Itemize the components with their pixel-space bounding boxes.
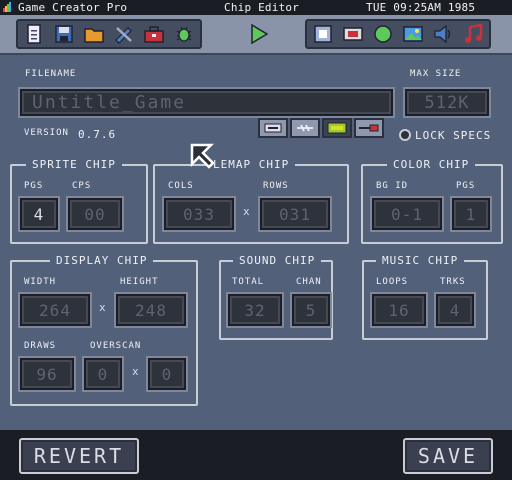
sprite-icon[interactable] bbox=[369, 22, 397, 46]
tilemap-cols-label: COLS bbox=[168, 181, 194, 191]
revert-button[interactable]: REVERT bbox=[19, 438, 139, 474]
version-label: VERSION bbox=[24, 128, 69, 138]
display-width-label: WIDTH bbox=[24, 277, 57, 287]
rainbow-logo-icon[interactable] bbox=[3, 2, 13, 12]
sound-chip-title: SOUND CHIP bbox=[233, 254, 322, 267]
display-overscan-a-field[interactable]: 0 bbox=[84, 358, 122, 390]
color-pgs-field[interactable]: 1 bbox=[452, 198, 490, 230]
bug-icon[interactable] bbox=[170, 22, 198, 46]
sound-total-field[interactable]: 32 bbox=[228, 294, 282, 326]
display-draws-field[interactable]: 96 bbox=[20, 358, 74, 390]
speaker-icon[interactable] bbox=[429, 22, 457, 46]
music-chip-title: MUSIC CHIP bbox=[376, 254, 465, 267]
max-size-field[interactable]: 512K bbox=[405, 89, 489, 116]
color-bgid-field[interactable]: 0-1 bbox=[372, 198, 442, 230]
version-value: 0.7.6 bbox=[78, 128, 117, 141]
toolbox-icon[interactable] bbox=[140, 22, 168, 46]
lock-specs-label: LOCK SPECS bbox=[415, 129, 492, 142]
tilemap-rows-label: ROWS bbox=[263, 181, 289, 191]
color-bgid-label: BG ID bbox=[376, 181, 409, 191]
file-tools-group bbox=[16, 19, 202, 49]
sprite-cps-label: CPS bbox=[72, 181, 92, 191]
color-pgs-label: PGS bbox=[456, 181, 476, 191]
save-disk-icon[interactable] bbox=[50, 22, 78, 46]
display-height-label: HEIGHT bbox=[120, 277, 159, 287]
filename-label: FILENAME bbox=[25, 69, 77, 79]
overscan-times-sign: x bbox=[132, 365, 139, 378]
drive-icon[interactable] bbox=[258, 118, 288, 138]
mouse-cursor-icon bbox=[190, 143, 215, 169]
display-overscan-b-field[interactable]: 0 bbox=[148, 358, 186, 390]
toolbar bbox=[0, 15, 512, 55]
max-size-label: MAX SIZE bbox=[410, 69, 462, 79]
music-trks-field[interactable]: 4 bbox=[436, 294, 474, 326]
sprite-chip-title: SPRITE CHIP bbox=[26, 158, 122, 171]
display-overscan-label: OVERSCAN bbox=[90, 341, 142, 351]
sound-chan-label: CHAN bbox=[296, 277, 322, 287]
image-icon[interactable] bbox=[399, 22, 427, 46]
link-icon[interactable] bbox=[290, 118, 320, 138]
display-height-field[interactable]: 248 bbox=[116, 294, 186, 326]
tilemap-rows-field[interactable]: 031 bbox=[260, 198, 330, 230]
save-button[interactable]: SAVE bbox=[403, 438, 493, 474]
sprite-pgs-field[interactable]: 4 bbox=[20, 198, 58, 230]
music-loops-label: LOOPS bbox=[376, 277, 409, 287]
editor-title: Chip Editor bbox=[224, 1, 300, 14]
plug-icon[interactable] bbox=[354, 118, 384, 138]
tilemap-chip-title: LEMAP CHIP bbox=[207, 158, 296, 171]
display-chip-title: DISPLAY CHIP bbox=[50, 254, 154, 267]
music-loops-field[interactable]: 16 bbox=[372, 294, 426, 326]
filename-input[interactable]: Untitle_Game bbox=[20, 89, 393, 116]
play-button[interactable] bbox=[244, 19, 274, 49]
sound-chan-field[interactable]: 5 bbox=[292, 294, 330, 326]
chip-icon[interactable] bbox=[309, 22, 337, 46]
lock-specs-radio[interactable] bbox=[399, 129, 411, 141]
display-times-sign: x bbox=[99, 301, 106, 314]
display-icon[interactable] bbox=[339, 22, 367, 46]
sprite-cps-field[interactable]: 00 bbox=[68, 198, 122, 230]
file-icon[interactable] bbox=[20, 22, 48, 46]
color-chip-title: COLOR CHIP bbox=[387, 158, 476, 171]
play-icon bbox=[251, 23, 269, 45]
sound-total-label: TOTAL bbox=[232, 277, 265, 287]
display-draws-label: DRAWS bbox=[24, 341, 57, 351]
cartridge-icon[interactable] bbox=[322, 118, 352, 138]
mini-tools bbox=[258, 118, 384, 138]
menu-bar: Game Creator Pro Chip Editor TUE 09:25AM… bbox=[0, 0, 512, 15]
folder-icon[interactable] bbox=[80, 22, 108, 46]
sprite-pgs-label: PGS bbox=[24, 181, 44, 191]
music-note-icon[interactable] bbox=[459, 22, 487, 46]
app-title[interactable]: Game Creator Pro bbox=[18, 1, 127, 14]
clock: TUE 09:25AM 1985 bbox=[366, 1, 476, 14]
tilemap-cols-field[interactable]: 033 bbox=[164, 198, 234, 230]
tilemap-times-sign: x bbox=[243, 205, 250, 218]
editor-tools-group bbox=[305, 19, 491, 49]
music-trks-label: TRKS bbox=[440, 277, 466, 287]
tools-icon[interactable] bbox=[110, 22, 138, 46]
display-width-field[interactable]: 264 bbox=[20, 294, 90, 326]
